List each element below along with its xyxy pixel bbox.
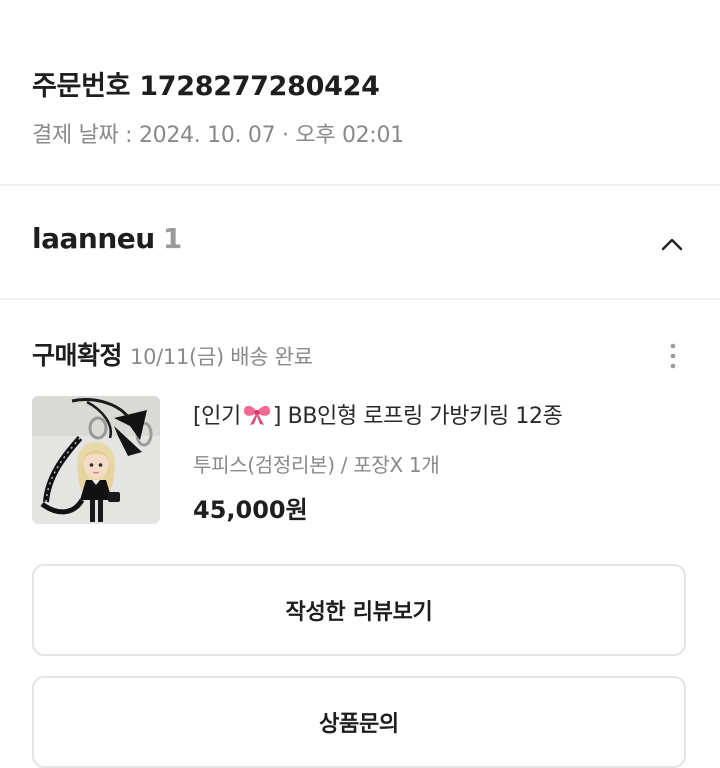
status-title: 구매확정 <box>32 341 123 370</box>
order-number: 주문번호 1728277280424 <box>32 71 380 102</box>
delivery-status: 10/11(금) 배송 완료 <box>130 345 313 369</box>
product-title-suffix: ] BB인형 로프링 가방키링 12종 <box>272 404 563 429</box>
view-review-button[interactable]: 작성한 리뷰보기 <box>32 564 686 656</box>
product-inquiry-button[interactable]: 상품문의 <box>32 676 686 768</box>
doll-keyring-photo <box>32 396 160 524</box>
payment-date: 결제 날짜 : 2024. 10. 07 · 오후 02:01 <box>32 123 404 148</box>
product-price: 45,000원 <box>193 496 308 524</box>
more-vertical-icon <box>670 343 676 369</box>
product-thumbnail[interactable] <box>32 396 160 524</box>
section-divider <box>0 298 720 300</box>
product-option: 투피스(검정리본) / 포장X 1개 <box>193 453 440 477</box>
more-menu-button[interactable] <box>655 338 691 374</box>
chevron-up-icon <box>661 238 683 251</box>
seller-name-text: laanneu <box>32 222 155 255</box>
seller-item-count: 1 <box>162 222 182 255</box>
product-title[interactable]: [인기 ] BB인형 로프링 가방키링 12종 <box>193 398 563 430</box>
seller-name[interactable]: laanneu 1 <box>32 222 182 255</box>
order-status: 구매확정 10/11(금) 배송 완료 <box>32 336 313 372</box>
product-title-prefix: [인기 <box>193 404 241 429</box>
collapse-button[interactable] <box>652 226 692 262</box>
section-divider <box>0 184 720 186</box>
ribbon-bow-icon <box>243 405 270 425</box>
